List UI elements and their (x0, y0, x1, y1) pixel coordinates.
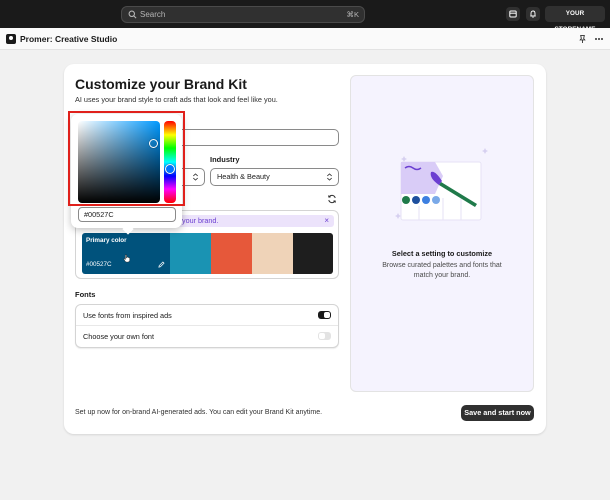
fonts-options-list: Use fonts from inspired ads Choose your … (75, 304, 339, 348)
color-swatch-5[interactable] (293, 233, 333, 274)
search-input[interactable]: Search ⌘K (121, 6, 365, 23)
inspired-fonts-toggle[interactable] (318, 311, 331, 319)
palette-brush-illustration-icon (395, 148, 488, 221)
custom-font-toggle[interactable] (318, 332, 331, 340)
color-swatch-4[interactable] (252, 233, 293, 274)
app-header: Promer: Creative Studio (0, 28, 610, 50)
primary-color-label: Primary color (86, 237, 127, 244)
app-logo-icon (6, 34, 16, 44)
store-menu-button[interactable]: YOUR STORENAME (545, 6, 605, 33)
fonts-label: Fonts (75, 290, 96, 299)
font-option-label: Use fonts from inspired ads (83, 311, 172, 320)
preview-panel (350, 75, 534, 392)
hand-cursor-icon (123, 254, 131, 263)
industry-label: Industry (210, 155, 240, 164)
pin-icon[interactable] (578, 34, 587, 44)
pencil-icon[interactable] (158, 261, 165, 268)
page-subtitle: AI uses your brand style to craft ads th… (75, 95, 278, 104)
app-title: Promer: Creative Studio (20, 34, 118, 44)
banner-text: your brand. (182, 216, 219, 225)
chevron-updown-icon (193, 173, 198, 181)
search-shortcut: ⌘K (346, 10, 359, 19)
chevron-updown-icon (327, 173, 332, 181)
color-swatch-3[interactable] (211, 233, 252, 274)
font-option-custom[interactable]: Choose your own font (76, 326, 338, 347)
primary-color-swatch[interactable]: Primary color #00527C (82, 233, 170, 274)
hex-color-input[interactable]: #00527C (78, 207, 176, 222)
panel-title: Select a setting to customize (391, 249, 493, 258)
footer-note: Set up now for on-brand AI-generated ads… (75, 409, 323, 416)
brand-name-input[interactable] (170, 129, 339, 146)
search-placeholder: Search (140, 10, 166, 19)
banner-close-button[interactable]: × (324, 215, 329, 226)
save-and-start-button[interactable]: Save and start now (461, 405, 534, 421)
panel-description: Browse curated palettes and fonts that m… (382, 262, 502, 279)
page-title: Customize your Brand Kit (75, 76, 247, 92)
store-icon (509, 10, 517, 18)
highlight-annotation (68, 111, 185, 206)
refresh-palette-icon[interactable] (327, 194, 337, 204)
industry-select[interactable]: Health & Beauty (210, 168, 339, 186)
industry-value: Health & Beauty (217, 172, 270, 181)
bell-icon (530, 10, 536, 18)
top-bar: Search ⌘K YOUR STORENAME (0, 0, 610, 33)
info-banner: your brand. × (178, 215, 334, 227)
font-option-inspired[interactable]: Use fonts from inspired ads (76, 305, 338, 326)
font-option-label: Choose your own font (83, 332, 154, 341)
color-swatch-2[interactable] (170, 233, 211, 274)
search-icon (128, 10, 137, 19)
primary-color-hex: #00527C (86, 261, 112, 268)
store-button[interactable] (506, 7, 520, 21)
more-options-icon[interactable] (594, 34, 604, 44)
notifications-button[interactable] (526, 7, 540, 21)
